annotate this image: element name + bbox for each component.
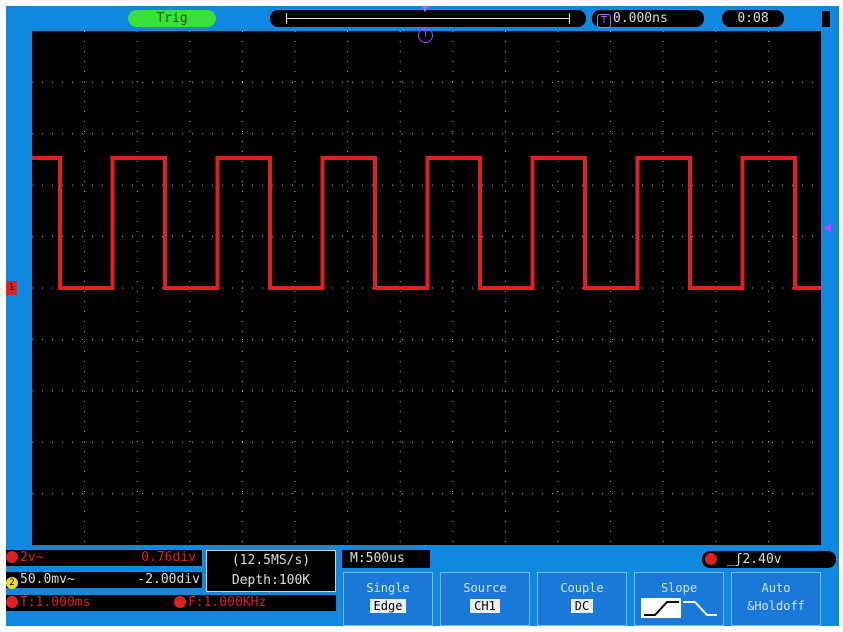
trigger-source-dot-icon bbox=[705, 553, 717, 565]
trigger-position-display: T 0.000ns bbox=[592, 10, 704, 28]
ch1-dot-icon bbox=[6, 551, 18, 563]
menu-couple-button[interactable]: Couple DC bbox=[537, 572, 627, 626]
waveform-screen[interactable] bbox=[32, 31, 821, 545]
trigger-position-value: 0.000ns bbox=[613, 11, 668, 26]
sample-info: (12.5MS/s) Depth:100K bbox=[206, 550, 336, 592]
menu-single-title: Single bbox=[366, 581, 410, 595]
period-dot-icon bbox=[6, 596, 18, 608]
menu-couple-value: DC bbox=[570, 599, 594, 613]
sample-rate: (12.5MS/s) bbox=[231, 553, 311, 568]
ch1-info: 2v~ 0.76div bbox=[6, 550, 202, 566]
timeline-cursor-icon: ▼ bbox=[422, 4, 429, 15]
trigger-level-marker-icon bbox=[824, 223, 831, 233]
ch2-dot-icon: 2 bbox=[6, 577, 18, 589]
battery-icon bbox=[822, 11, 830, 27]
timeline-bracket-right bbox=[569, 13, 570, 24]
trigger-level-display: _ʃ2.40v bbox=[702, 551, 836, 568]
slope-icon bbox=[641, 598, 717, 618]
timebase-display: M:500us bbox=[342, 550, 430, 568]
timeline-track bbox=[286, 18, 570, 19]
menu-single-value: Edge bbox=[369, 599, 407, 613]
menu-single-button[interactable]: Single Edge bbox=[343, 572, 433, 626]
memory-depth: Depth:100K bbox=[231, 573, 311, 588]
menu-couple-title: Couple bbox=[560, 581, 604, 595]
frequency-dot-icon bbox=[174, 596, 186, 608]
trigger-status-badge: Trig bbox=[128, 10, 216, 27]
ch1-waveform bbox=[32, 156, 821, 290]
clock-display: 0:08 bbox=[722, 10, 784, 27]
ch1-volts-div: 2v~ bbox=[20, 550, 44, 565]
menu-auto-title: Auto bbox=[761, 581, 791, 595]
menu-auto-value: &Holdoff bbox=[747, 599, 805, 613]
rising-edge-icon: _ʃ bbox=[726, 552, 743, 567]
menu-slope-title: Slope bbox=[660, 581, 698, 595]
ch2-volts-div: 50.0mv~ bbox=[20, 572, 75, 587]
trigger-time-marker: T bbox=[418, 28, 433, 43]
menu-source-value: CH1 bbox=[470, 599, 500, 613]
trigger-level-value: 2.40v bbox=[742, 552, 782, 567]
ch2-offset: -2.00div bbox=[137, 572, 200, 587]
trigger-menu: Single Edge Source CH1 Couple DC Slope A… bbox=[343, 572, 821, 626]
menu-source-button[interactable]: Source CH1 bbox=[440, 572, 530, 626]
measurement-info: T:1.000ms F:1.000KHz bbox=[6, 595, 336, 611]
frequency-value: F:1.000KHz bbox=[188, 595, 267, 610]
ch2-info: 2 50.0mv~ -2.00div bbox=[6, 572, 202, 589]
menu-source-title: Source bbox=[463, 581, 507, 595]
menu-slope-button[interactable]: Slope bbox=[634, 572, 724, 626]
trigger-position-icon: T bbox=[597, 14, 611, 28]
period-value: T:1.000ms bbox=[20, 595, 91, 610]
memory-timeline: ▼ bbox=[270, 4, 586, 27]
ch1-offset: 0.76div bbox=[141, 550, 196, 565]
waveform-display bbox=[32, 31, 821, 545]
menu-auto-button[interactable]: Auto &Holdoff bbox=[731, 572, 821, 626]
ch1-level-marker: 1 bbox=[6, 281, 17, 295]
timeline-bracket-left bbox=[286, 13, 287, 24]
